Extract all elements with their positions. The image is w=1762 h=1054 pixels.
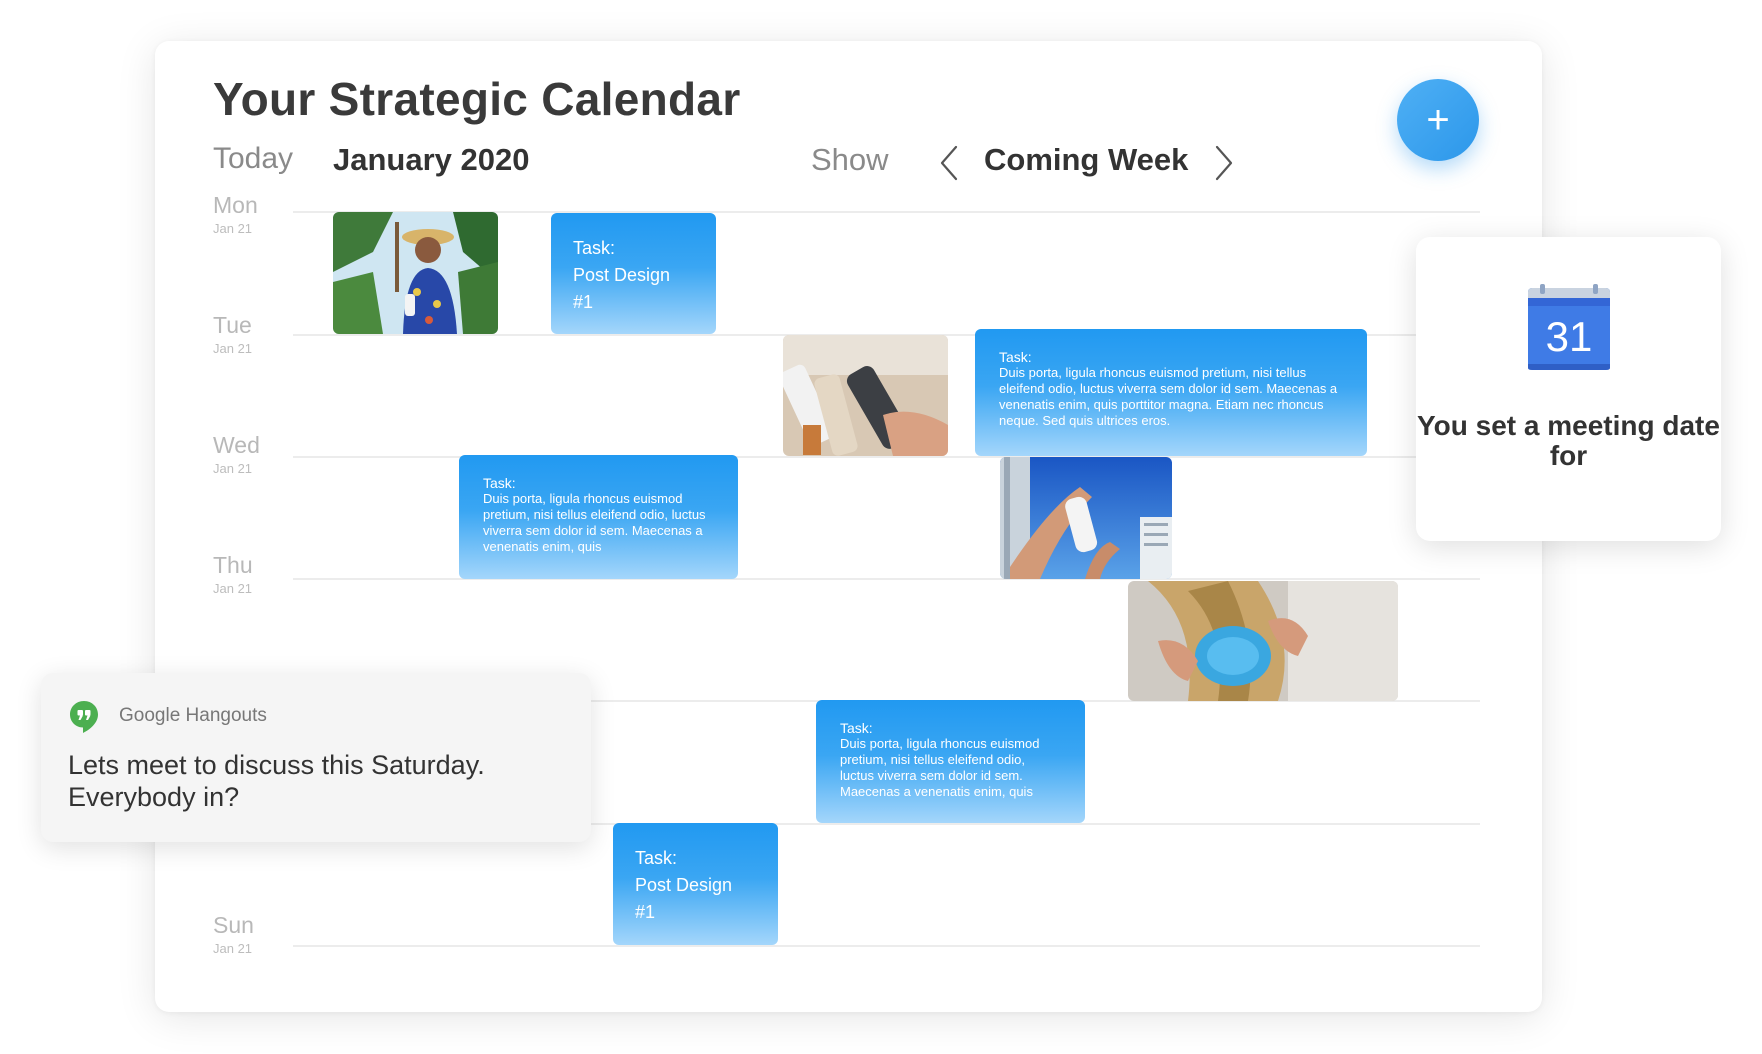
task-card-post-design[interactable]: Task: Post Design #1	[613, 823, 778, 945]
google-calendar-notification[interactable]: 31 You set a meeting date for	[1416, 237, 1721, 541]
row-divider	[293, 945, 1480, 947]
hangouts-app-name: Google Hangouts	[119, 705, 267, 726]
task-card-long[interactable]: Task: Duis porta, ligula rhoncus euismod…	[459, 455, 738, 579]
post-photo-bottles[interactable]	[783, 335, 948, 456]
show-label: Show	[811, 142, 889, 177]
beach-photo-image	[333, 212, 498, 334]
google-calendar-icon: 31	[1528, 284, 1610, 370]
post-photo-city[interactable]	[1000, 457, 1172, 579]
page-title: Your Strategic Calendar	[213, 73, 741, 125]
next-range-button[interactable]	[1212, 144, 1236, 182]
day-date-thu: Jan 21	[213, 581, 253, 596]
task-text: Post Design #1	[635, 875, 733, 922]
task-label: Task:	[573, 238, 616, 258]
gcal-number: 31	[1546, 313, 1593, 360]
today-button[interactable]: Today	[213, 142, 293, 176]
day-date-wed: Jan 21	[213, 461, 253, 476]
add-event-button[interactable]: +	[1397, 79, 1479, 161]
task-text: Duis porta, ligula rhoncus euismod preti…	[999, 365, 1338, 428]
day-label-tue: Tue	[213, 312, 252, 338]
task-text: Duis porta, ligula rhoncus euismod preti…	[840, 736, 1040, 799]
post-photo-hair[interactable]	[1128, 581, 1398, 701]
plus-icon: +	[1426, 97, 1450, 142]
task-text: Post Design #1	[573, 265, 671, 312]
task-label: Task:	[635, 848, 678, 868]
day-date-mon: Jan 21	[213, 221, 253, 236]
gcal-message: You set a meeting date for	[1417, 410, 1720, 471]
chevron-right-icon	[1215, 145, 1233, 181]
task-label: Task:	[840, 720, 873, 736]
task-text: Duis porta, ligula rhoncus euismod preti…	[483, 491, 706, 554]
task-card-long[interactable]: Task: Duis porta, ligula rhoncus euismod…	[816, 700, 1085, 823]
calendar-card	[155, 41, 1542, 1012]
task-card-long[interactable]: Task: Duis porta, ligula rhoncus euismod…	[975, 329, 1367, 456]
chevron-left-icon	[940, 145, 958, 181]
day-date-tue: Jan 21	[213, 341, 253, 356]
hangouts-notification[interactable]: Google Hangouts Lets meet to discuss thi…	[41, 673, 591, 842]
bottles-photo-image	[783, 335, 948, 456]
task-label: Task:	[483, 475, 516, 491]
hangouts-message: Lets meet to discuss this Saturday. Ever…	[68, 750, 485, 812]
day-date-sun: Jan 21	[213, 941, 253, 956]
google-hangouts-icon	[70, 701, 98, 733]
day-label-sun: Sun	[213, 912, 254, 938]
hair-photo-image	[1128, 581, 1398, 701]
current-month: January 2020	[333, 142, 530, 177]
prev-range-button[interactable]	[937, 144, 961, 182]
day-label-thu: Thu	[213, 552, 253, 578]
task-card-post-design[interactable]: Task: Post Design #1	[551, 213, 716, 334]
task-label: Task:	[999, 349, 1032, 365]
day-label-wed: Wed	[213, 432, 260, 458]
day-label-mon: Mon	[213, 192, 258, 218]
range-selector[interactable]: Coming Week	[984, 142, 1188, 178]
city-photo-image	[1000, 457, 1172, 579]
post-photo-beach-woman[interactable]	[333, 212, 498, 334]
